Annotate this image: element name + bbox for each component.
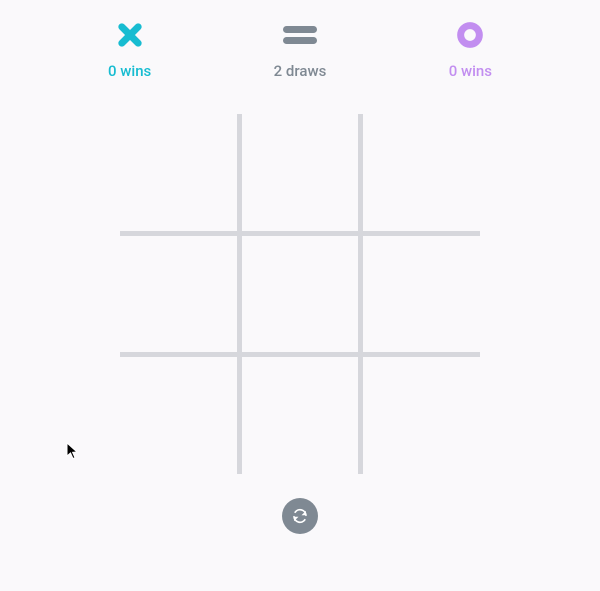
score-col-draw: 2 draws xyxy=(274,20,327,80)
cell-2-2[interactable] xyxy=(363,357,480,474)
score-col-x: 0 wins xyxy=(108,20,151,80)
cell-0-1[interactable] xyxy=(242,114,359,231)
cell-1-1[interactable] xyxy=(242,236,359,353)
draw-icon xyxy=(279,20,321,50)
refresh-icon xyxy=(291,507,309,525)
game-container: 0 wins 2 draws 0 wins xyxy=(0,0,600,534)
cell-2-1[interactable] xyxy=(242,357,359,474)
cell-1-2[interactable] xyxy=(363,236,480,353)
score-label-draw: 2 draws xyxy=(274,62,327,80)
cell-2-0[interactable] xyxy=(120,357,237,474)
o-icon xyxy=(456,20,484,50)
x-icon xyxy=(116,20,144,50)
game-board xyxy=(120,114,480,474)
score-label-x: 0 wins xyxy=(108,62,151,80)
score-label-o: 0 wins xyxy=(449,62,492,80)
cell-1-0[interactable] xyxy=(120,236,237,353)
cell-0-2[interactable] xyxy=(363,114,480,231)
reset-button[interactable] xyxy=(282,498,318,534)
score-row: 0 wins 2 draws 0 wins xyxy=(80,20,520,80)
cell-0-0[interactable] xyxy=(120,114,237,231)
score-col-o: 0 wins xyxy=(449,20,492,80)
